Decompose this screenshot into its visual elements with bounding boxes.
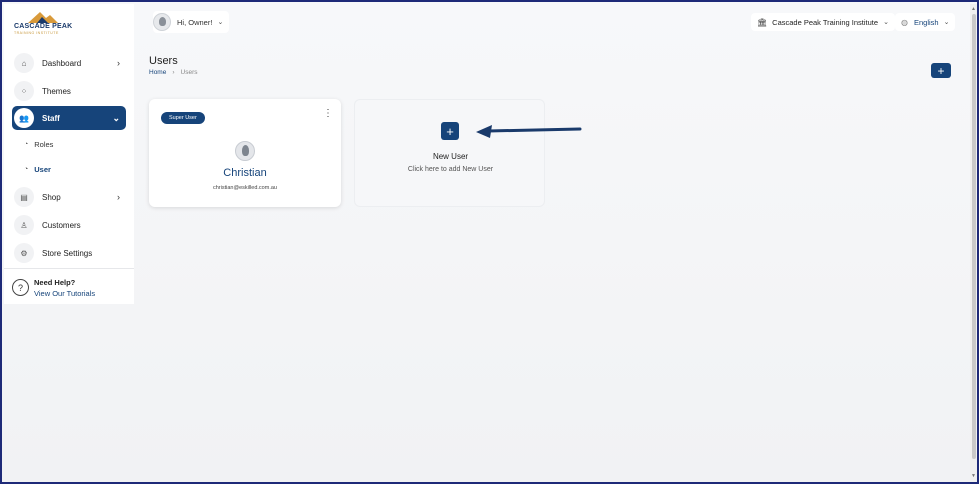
user-email: christian@eskilled.com.au	[213, 185, 277, 191]
user-menu[interactable]: Hi, Owner! ⌄	[153, 11, 230, 33]
scrollbar-thumb[interactable]	[972, 14, 976, 459]
new-user-subtitle: Click here to add New User	[407, 166, 494, 173]
institute-name: Cascade Peak Training Institute	[772, 17, 879, 27]
sidebar-item-label: Store Settings	[42, 248, 93, 258]
more-options-icon[interactable]: ⋮	[323, 109, 333, 119]
language-selector[interactable]: ◍ English ⌄	[895, 13, 956, 31]
sidebar-item-dashboard[interactable]: ⌂ Dashboard ›	[12, 51, 126, 75]
sidebar-item-label: Customers	[42, 220, 81, 230]
sidebar-item-store-settings[interactable]: ⚙ Store Settings	[12, 241, 126, 265]
user-name: Christian	[223, 167, 267, 179]
plus-icon[interactable]: +	[441, 122, 459, 140]
question-icon: ?	[12, 279, 29, 296]
brand-tagline: TRAINING INSTITUTE	[14, 31, 59, 35]
sidebar-item-themes[interactable]: ⁘ Themes	[12, 79, 126, 103]
chevron-right-icon: ›	[117, 58, 120, 68]
sidebar-item-staff[interactable]: 👥 Staff ⌄	[12, 106, 126, 130]
sidebar-subitem-roles[interactable]: ◔ Roles	[24, 140, 53, 149]
sidebar-item-shop[interactable]: ▤ Shop ›	[12, 185, 126, 209]
add-user-button[interactable]: +	[931, 63, 951, 78]
help-title: Need Help?	[34, 278, 76, 287]
new-user-card[interactable]: + New User Click here to add New User	[354, 99, 545, 207]
spinner-icon: ◔	[24, 141, 29, 148]
themes-icon: ⁘	[14, 81, 34, 101]
chevron-down-icon: ⌄	[217, 19, 224, 26]
avatar	[235, 141, 255, 161]
greeting-text: Hi, Owner!	[177, 17, 213, 27]
tutorials-link[interactable]: View Our Tutorials	[34, 289, 95, 298]
sidebar-item-label: Shop	[42, 192, 61, 202]
breadcrumb-current: Users	[180, 69, 198, 76]
institute-selector[interactable]: 🏛 Cascade Peak Training Institute ⌄	[751, 13, 895, 31]
sidebar-item-label: Themes	[42, 86, 71, 96]
sidebar-item-label: Dashboard	[42, 58, 82, 68]
brand-name: CASCADE PEAK	[14, 23, 73, 30]
role-badge: Super User	[161, 112, 205, 124]
chevron-right-icon: ›	[117, 192, 120, 202]
pointer-arrow-icon	[476, 125, 582, 138]
settings-icon: ⚙	[14, 243, 34, 263]
breadcrumb-separator: ›	[172, 69, 175, 76]
sidebar-item-label: Staff	[42, 113, 60, 123]
person-icon: ♙	[14, 215, 34, 235]
shop-icon: ▤	[14, 187, 34, 207]
scroll-down-icon[interactable]: ▼	[971, 473, 976, 479]
new-user-title: New User	[432, 152, 469, 161]
app-frame: CASCADE PEAK TRAINING INSTITUTE ⌂ Dashbo…	[0, 0, 979, 484]
breadcrumb: Home › Users	[149, 69, 198, 76]
chevron-down-icon: ⌄	[943, 19, 950, 26]
chevron-down-icon: ⌄	[883, 19, 889, 26]
vertical-scrollbar[interactable]: ▲ ▼	[970, 4, 977, 482]
sidebar-item-customers[interactable]: ♙ Customers	[12, 213, 126, 237]
help-box: ? Need Help? View Our Tutorials	[4, 268, 134, 304]
sidebar-subitem-user[interactable]: ◔ User	[24, 165, 51, 174]
users-icon: 👥	[14, 108, 34, 128]
sidebar: CASCADE PEAK TRAINING INSTITUTE ⌂ Dashbo…	[4, 4, 134, 304]
breadcrumb-home[interactable]: Home	[149, 69, 166, 76]
globe-icon: ◍	[901, 17, 908, 27]
spinner-icon: ◔	[24, 166, 29, 173]
user-card[interactable]: Super User ⋮ Christian christian@eskille…	[149, 99, 341, 207]
avatar	[153, 13, 171, 31]
mountain-logo-icon	[28, 12, 58, 23]
chevron-down-icon: ⌄	[112, 112, 120, 123]
building-icon: 🏛	[757, 17, 768, 27]
home-icon: ⌂	[14, 53, 34, 73]
sidebar-subitem-label: Roles	[34, 140, 54, 149]
scroll-up-icon[interactable]: ▲	[971, 6, 976, 12]
language-label: English	[913, 17, 939, 27]
page-title: Users	[149, 55, 178, 67]
sidebar-subitem-label: User	[34, 165, 51, 174]
logo[interactable]: CASCADE PEAK TRAINING INSTITUTE	[14, 11, 74, 37]
